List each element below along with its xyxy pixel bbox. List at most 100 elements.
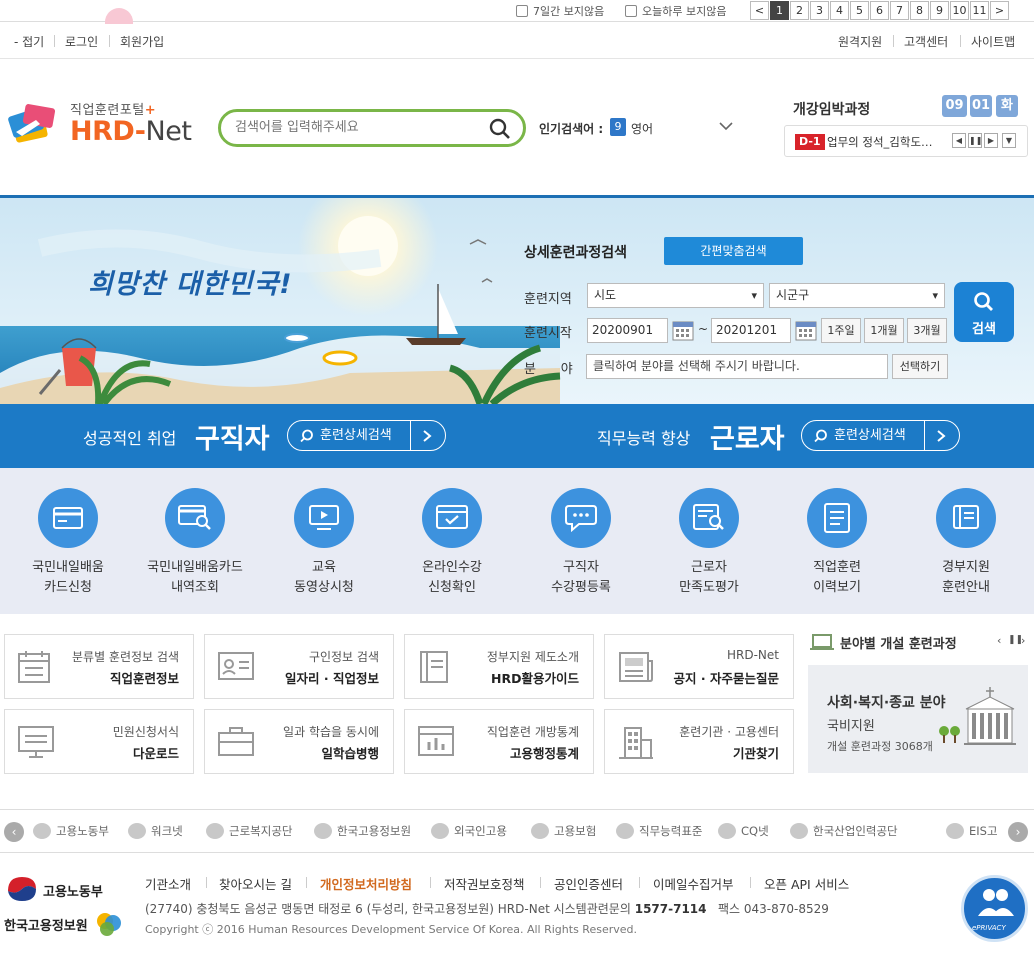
sido-select[interactable]: 시도 ▾ (587, 283, 764, 308)
tile-subtitle: 정부지원 제도소개 (486, 650, 579, 664)
pager-page-4[interactable]: 4 (830, 1, 849, 20)
field-box-next-button[interactable]: › (1021, 634, 1025, 647)
tile-notice-faq[interactable]: HRD-Net 공지 · 자주묻는질문 (604, 634, 794, 699)
pager-page-5[interactable]: 5 (850, 1, 869, 20)
partner-worknet[interactable]: 워크넷 (128, 823, 183, 839)
search-icon[interactable] (489, 118, 511, 140)
course-pause-button[interactable]: ❚❚ (968, 133, 982, 148)
popup-pager: < 1 2 3 4 5 6 7 8 9 10 11 > (750, 1, 1009, 20)
pager-prev-button[interactable]: < (750, 1, 769, 20)
partner-prev-button[interactable]: ‹ (4, 822, 24, 842)
calendar-icon[interactable] (795, 319, 817, 341)
customer-center-link[interactable]: 고객센터 (904, 33, 948, 50)
sitemap-link[interactable]: 사이트맵 (971, 33, 1015, 50)
pager-page-2[interactable]: 2 (790, 1, 809, 20)
date-tilde: ~ (698, 322, 709, 336)
signup-link[interactable]: 회원가입 (120, 33, 164, 50)
collapse-link[interactable]: - 접기 (14, 33, 44, 50)
pager-page-7[interactable]: 7 (890, 1, 909, 20)
imminent-course-link[interactable]: 업무의 정석_김학도… (827, 134, 949, 150)
pager-page-1[interactable]: 1 (770, 1, 789, 20)
remote-support-link[interactable]: 원격지원 (838, 33, 882, 50)
field-select-input[interactable]: 클릭하여 분야를 선택해 주시기 바랍니다. (586, 354, 888, 379)
logo-text[interactable]: HRD-Net (70, 116, 192, 147)
tile-statistics[interactable]: 직업훈련 개방통계 고용행정통계 (404, 709, 594, 774)
search-input[interactable] (235, 120, 475, 135)
hide-7days-checkbox[interactable]: 7일간 보지않음 (516, 3, 604, 19)
worker-search-button[interactable]: 훈련상세검색 (801, 420, 960, 451)
footer-link-no-email[interactable]: 이메일수집거부 (653, 874, 734, 893)
popular-search-word[interactable]: 영어 (631, 120, 653, 137)
calendar-list-icon (18, 651, 50, 683)
tile-hrd-guide[interactable]: 정부지원 제도소개 HRD활용가이드 (404, 634, 594, 699)
quick-card-history[interactable]: 국민내일배움카드 내역조회 (132, 488, 258, 598)
eprivacy-badge[interactable]: ePRIVACY (961, 875, 1028, 942)
hide-today-checkbox[interactable]: 오늘하루 보지않음 (625, 3, 726, 19)
partner-ncs[interactable]: 직무능력표준 (616, 823, 702, 839)
footer-link-open-api[interactable]: 오픈 API 서비스 (764, 874, 849, 893)
period-1week-button[interactable]: 1주일 (821, 318, 861, 343)
quick-video[interactable]: 교육 동영상시청 (261, 488, 387, 598)
partner-label: 외국인고용 (454, 824, 507, 838)
hrd-logo-icon[interactable] (4, 102, 60, 146)
partner-keis[interactable]: 한국고용정보원 (314, 823, 411, 839)
pager-page-8[interactable]: 8 (910, 1, 929, 20)
sigungu-select[interactable]: 시군구 ▾ (769, 283, 945, 308)
partner-comwel[interactable]: 근로복지공단 (206, 823, 292, 839)
pager-page-11[interactable]: 11 (970, 1, 989, 20)
footer-link-about[interactable]: 기관소개 (145, 874, 191, 893)
support-phone: 1577-7114 (634, 902, 707, 916)
partner-next-button[interactable]: › (1008, 822, 1028, 842)
course-prev-button[interactable]: ◀ (952, 133, 966, 148)
quick-review[interactable]: 구직자 수강평등록 (518, 488, 644, 598)
pager-page-3[interactable]: 3 (810, 1, 829, 20)
period-3month-button[interactable]: 3개월 (907, 318, 947, 343)
tile-training-info[interactable]: 분류별 훈련정보 검색 직업훈련정보 (4, 634, 194, 699)
field-label: 분 야 (524, 362, 573, 377)
pager-page-10[interactable]: 10 (950, 1, 969, 20)
partner-eis[interactable]: EIS고 (946, 823, 998, 839)
footer-link-copyright[interactable]: 저작권보호정책 (444, 874, 525, 893)
detail-search-button[interactable]: 검색 (954, 282, 1014, 342)
quick-support-guide[interactable]: 경부지원 훈련안내 (903, 488, 1029, 598)
footer-link-directions[interactable]: 찾아오시는 길 (219, 874, 292, 893)
tile-title: HRD활용가이드 (491, 671, 579, 686)
pager-next-button[interactable]: > (990, 1, 1009, 20)
pager-page-6[interactable]: 6 (870, 1, 889, 20)
calendar-icon[interactable] (672, 319, 694, 341)
tile-subtitle: 직업훈련 개방통계 (486, 725, 579, 739)
field-select-button[interactable]: 선택하기 (892, 354, 948, 379)
footer-link-privacy[interactable]: 개인정보처리방침 (320, 874, 412, 893)
tile-work-learning[interactable]: 일과 학습을 동시에 일학습병행 (204, 709, 394, 774)
quick-card-apply[interactable]: 국민내일배움 카드신청 (5, 488, 131, 598)
divider (109, 35, 110, 47)
course-next-button[interactable]: ▶ (984, 133, 998, 148)
quick-online-check[interactable]: 온라인수강 신청확인 (389, 488, 515, 598)
date-to-input[interactable]: 20201201 (711, 318, 791, 343)
tile-find-institution[interactable]: 훈련기관 · 고용센터 기관찾기 (604, 709, 794, 774)
period-1month-button[interactable]: 1개월 (864, 318, 904, 343)
hrdk-logo-icon (790, 823, 808, 839)
chevron-right-icon (937, 430, 946, 442)
partner-cqnet[interactable]: CQ넷 (718, 823, 769, 839)
tile-job-info[interactable]: 구인정보 검색 일자리 · 직업정보 (204, 634, 394, 699)
date-from-input[interactable]: 20200901 (587, 318, 668, 343)
field-box-prev-button[interactable]: ‹ (997, 634, 1001, 647)
chevron-down-icon[interactable] (718, 118, 734, 134)
partner-hrdk[interactable]: 한국산업인력공단 (790, 823, 898, 839)
quick-satisfaction[interactable]: 근로자 만족도평가 (646, 488, 772, 598)
login-link[interactable]: 로그인 (65, 33, 98, 50)
tile-download-forms[interactable]: 민원신청서식 다운로드 (4, 709, 194, 774)
jobseeker-search-button[interactable]: 훈련상세검색 (287, 420, 446, 451)
simple-search-button[interactable]: 간편맞춤검색 (664, 237, 803, 265)
partner-ei[interactable]: 고용보험 (531, 823, 596, 839)
partner-moel[interactable]: 고용노동부 (33, 823, 109, 839)
eps-logo-icon (431, 823, 449, 839)
partner-eps[interactable]: 외국인고용 (431, 823, 507, 839)
divider (750, 877, 751, 888)
field-box-card[interactable]: 사회·복지·종교 분야 국비지원 개설 훈련과정 3068개 (808, 665, 1028, 773)
course-more-button[interactable]: ▼ (1002, 133, 1016, 148)
footer-link-certificate[interactable]: 공인인증센터 (554, 874, 623, 893)
quick-history[interactable]: 직업훈련 이력보기 (774, 488, 900, 598)
pager-page-9[interactable]: 9 (930, 1, 949, 20)
